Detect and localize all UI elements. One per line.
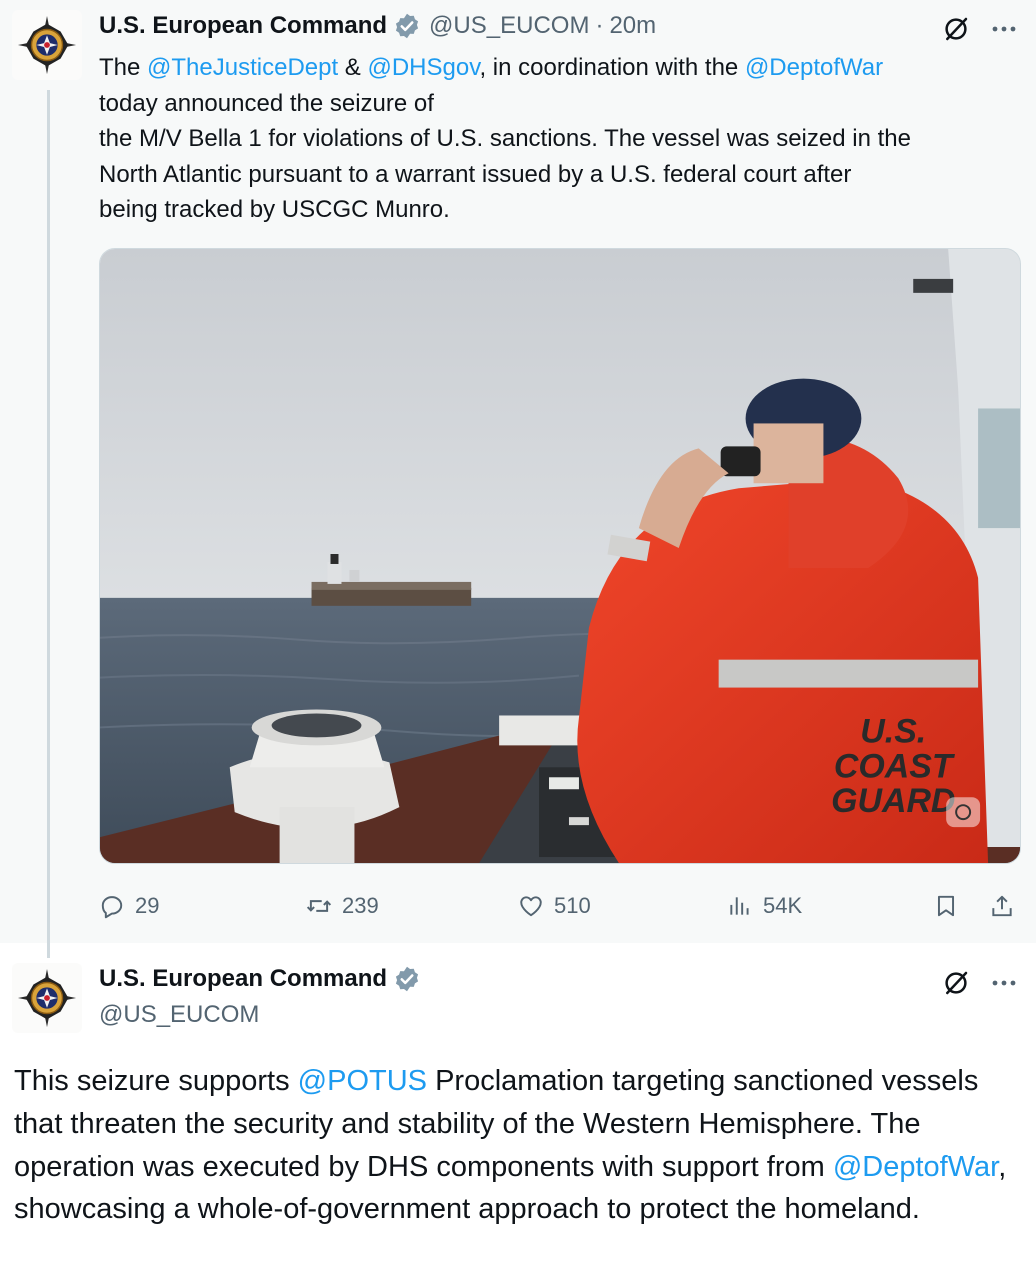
coast-guard-label: COAST bbox=[834, 747, 956, 785]
views-count: 54K bbox=[763, 893, 803, 918]
author-handle[interactable]: @US_EUCOM bbox=[429, 12, 589, 40]
mention-link[interactable]: @DHSgov bbox=[367, 54, 479, 81]
tweet-body: This seizure supports @POTUS Proclamatio… bbox=[14, 1060, 1014, 1231]
views-button[interactable]: 54K bbox=[727, 886, 802, 926]
tweet-line-3: the M/V Bella 1 for violations of U.S. s… bbox=[99, 125, 911, 152]
avatar[interactable] bbox=[12, 963, 82, 1033]
repost-count: 239 bbox=[342, 893, 379, 918]
bookmark-icon bbox=[937, 895, 955, 917]
more-icon[interactable] bbox=[989, 976, 1019, 990]
coast-guard-label: GUARD bbox=[831, 782, 955, 820]
reply-count: 29 bbox=[135, 893, 160, 918]
verified-icon bbox=[395, 13, 419, 39]
timestamp[interactable]: 20m bbox=[609, 12, 656, 40]
grok-icon[interactable] bbox=[941, 968, 971, 998]
tweet-line-1: The @TheJusticeDept & @DHSgov, in coordi… bbox=[99, 50, 1019, 86]
author-name[interactable]: U.S. European Command bbox=[99, 12, 387, 40]
like-count: 510 bbox=[554, 893, 591, 918]
separator-dot: · bbox=[595, 12, 604, 39]
tweet-photo[interactable]: U.S. COAST GUARD bbox=[99, 248, 1021, 864]
eucom-emblem-icon bbox=[17, 15, 77, 75]
eucom-emblem-icon bbox=[17, 968, 77, 1028]
text-span: , in coordination with the bbox=[479, 54, 745, 81]
thread-connector bbox=[47, 90, 50, 958]
mention-link[interactable]: @POTUS bbox=[298, 1065, 427, 1097]
bookmark-button[interactable] bbox=[933, 886, 969, 926]
tweet-header: U.S. European Command bbox=[99, 965, 421, 993]
views-icon bbox=[730, 897, 749, 915]
reply-button[interactable]: 29 bbox=[99, 886, 159, 926]
text-span: & bbox=[338, 54, 368, 81]
share-icon bbox=[992, 895, 1012, 917]
like-button[interactable]: 510 bbox=[518, 886, 591, 926]
tweet-line-2: today announced the seizure of bbox=[99, 89, 434, 117]
tweet-actions: 29 239 510 54K bbox=[99, 886, 1021, 926]
coast-guard-photo: U.S. COAST GUARD bbox=[100, 249, 1020, 863]
author-handle[interactable]: @US_EUCOM bbox=[99, 1001, 259, 1029]
like-icon bbox=[520, 896, 542, 917]
text-span: The bbox=[99, 54, 148, 81]
mention-link[interactable]: @DeptofWar bbox=[833, 1151, 998, 1183]
tweet-header: U.S. European Command @US_EUCOM · 20m bbox=[99, 12, 656, 40]
text-span: This seizure supports bbox=[14, 1065, 298, 1097]
handle-row: @US_EUCOM bbox=[99, 1001, 259, 1029]
share-button[interactable] bbox=[989, 886, 1025, 926]
mention-link[interactable]: @DeptofWar bbox=[745, 54, 883, 81]
tweet-line-5: being tracked by USCGC Munro. bbox=[99, 196, 450, 223]
tweet-1[interactable]: U.S. European Command @US_EUCOM · 20m Th… bbox=[0, 0, 1036, 958]
repost-icon bbox=[306, 900, 332, 912]
author-name[interactable]: U.S. European Command bbox=[99, 965, 387, 993]
avatar[interactable] bbox=[12, 10, 82, 80]
repost-button[interactable]: 239 bbox=[306, 886, 379, 926]
coast-guard-label: U.S. bbox=[860, 712, 926, 750]
more-icon[interactable] bbox=[989, 22, 1019, 36]
mention-link[interactable]: @TheJusticeDept bbox=[147, 54, 338, 81]
verified-icon bbox=[395, 966, 419, 992]
tweet-body: The @TheJusticeDept & @DHSgov, in coordi… bbox=[99, 50, 1019, 228]
reply-icon bbox=[101, 896, 123, 919]
tweet-line-4: North Atlantic pursuant to a warrant iss… bbox=[99, 160, 852, 188]
grok-icon[interactable] bbox=[941, 14, 971, 44]
